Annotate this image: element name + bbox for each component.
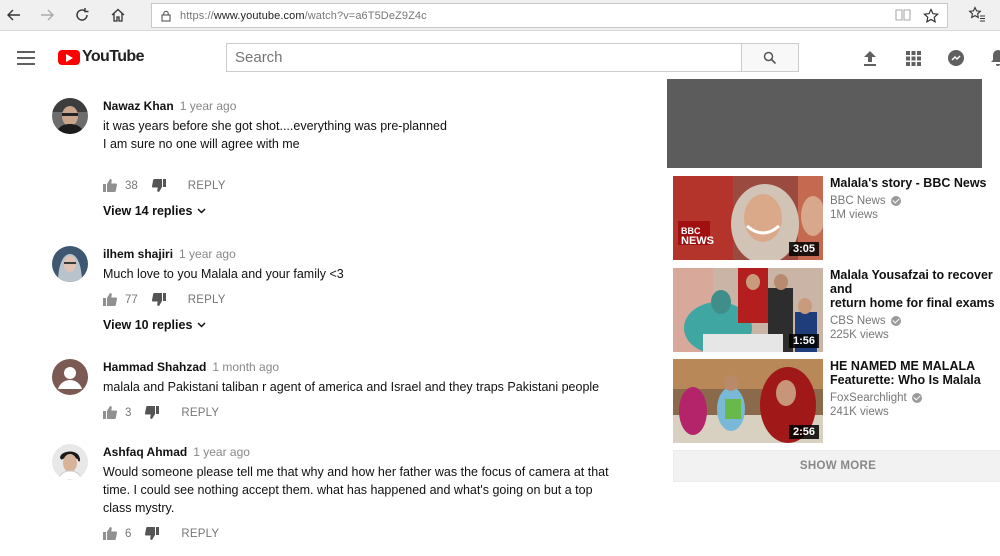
comment-actions: 77 REPLY [103, 293, 633, 306]
chevron-down-icon [197, 208, 206, 214]
video-duration: 1:56 [788, 334, 819, 348]
search-box[interactable] [226, 43, 742, 72]
forward-arrow-icon [41, 9, 54, 21]
avatar[interactable] [52, 444, 88, 480]
upload-icon[interactable] [860, 48, 880, 68]
apps-grid-icon[interactable] [903, 48, 923, 68]
video-duration: 3:05 [788, 242, 819, 256]
thumbs-up-icon [103, 179, 117, 192]
thumbs-up-icon [103, 527, 117, 540]
youtube-header: YouTube [0, 31, 1000, 83]
dislike-button[interactable] [151, 179, 166, 192]
view-replies-button[interactable]: View 10 replies [103, 318, 633, 332]
reading-view-icon[interactable] [895, 8, 911, 27]
like-count: 38 [125, 179, 138, 192]
like-count: 77 [125, 293, 138, 306]
url-text: https://www.youtube.com/watch?v=a6T5DeZ9… [180, 9, 427, 22]
related-video[interactable]: 1:56 Malala Yousafzai to recover and retu… [673, 268, 1000, 352]
video-thumbnail[interactable]: 2:56 [673, 359, 823, 443]
favorite-star-icon[interactable] [923, 8, 939, 29]
back-arrow-icon [7, 9, 20, 21]
reply-button[interactable]: REPLY [188, 294, 226, 306]
search-icon [763, 51, 777, 64]
like-button[interactable] [103, 406, 117, 419]
refresh-icon [76, 8, 89, 21]
channel-name[interactable]: BBC News [830, 195, 1000, 207]
comment-text: Would someone please tell me that why an… [103, 465, 609, 515]
view-count: 241K views [830, 406, 889, 418]
comment-text: malala and Pakistani taliban r agent of … [103, 380, 600, 394]
avatar[interactable] [52, 98, 88, 134]
reply-button[interactable]: REPLY [181, 407, 219, 419]
video-duration: 2:56 [788, 425, 819, 439]
thumbs-down-icon [145, 527, 160, 540]
home-button[interactable] [106, 4, 130, 26]
chevron-down-icon [197, 322, 206, 328]
comment-time[interactable]: 1 month ago [212, 360, 279, 374]
menu-icon[interactable] [17, 51, 35, 69]
video-thumbnail[interactable]: BBC NEWS 3:05 [673, 176, 823, 260]
lock-icon [152, 10, 180, 22]
comment-text: it was years before she got shot....ever… [103, 119, 447, 151]
video-title[interactable]: HE NAMED ME MALALA Featurette: Who Is Mal… [830, 359, 1000, 387]
comment-text: Much love to you Malala and your family … [103, 267, 344, 281]
comment-actions: 38 REPLY [103, 179, 633, 192]
search-input[interactable] [227, 44, 742, 71]
view-replies-button[interactable]: View 14 replies [103, 204, 633, 218]
refresh-button[interactable] [70, 4, 94, 26]
ad-placeholder [667, 79, 982, 168]
dislike-button[interactable] [151, 293, 166, 306]
back-button[interactable] [2, 4, 26, 26]
thumbs-down-icon [151, 179, 166, 192]
channel-name[interactable]: FoxSearchlight [830, 392, 1000, 404]
comment-time[interactable]: 1 year ago [180, 99, 237, 113]
view-count: 1M views [830, 209, 878, 221]
show-more-button[interactable]: SHOW MORE [673, 450, 1000, 482]
related-video[interactable]: BBC NEWS 3:05 Malala's story - BBC News B… [673, 176, 1000, 260]
comment-author[interactable]: Nawaz Khan [103, 99, 174, 113]
thumbs-down-icon [145, 406, 160, 419]
youtube-play-icon [58, 49, 80, 65]
comment-actions: 6 REPLY [103, 527, 633, 540]
messages-icon[interactable] [946, 48, 966, 68]
like-button[interactable] [103, 293, 117, 306]
youtube-logo[interactable]: YouTube [58, 48, 144, 66]
verified-icon [890, 316, 901, 326]
bbc-news-badge: BBC NEWS [681, 226, 714, 247]
verified-icon [911, 393, 922, 403]
related-video[interactable]: 2:56 HE NAMED ME MALALA Featurette: Who I… [673, 359, 1000, 443]
video-title[interactable]: Malala's story - BBC News [830, 176, 1000, 190]
avatar[interactable] [52, 359, 88, 395]
forward-button[interactable] [35, 4, 59, 26]
comment-actions: 3 REPLY [103, 406, 633, 419]
favorites-hub-icon[interactable] [968, 6, 986, 27]
thumbs-down-icon [151, 293, 166, 306]
view-count: 225K views [830, 329, 889, 341]
comment-author[interactable]: ilhem shajiri [103, 247, 173, 261]
like-button[interactable] [103, 527, 117, 540]
home-icon [111, 8, 125, 22]
browser-toolbar: https://www.youtube.com/watch?v=a6T5DeZ9… [0, 0, 1000, 31]
comment-time[interactable]: 1 year ago [193, 445, 250, 459]
thumbs-up-icon [103, 293, 117, 306]
notifications-bell-icon[interactable] [988, 48, 1000, 68]
comment-author[interactable]: Hammad Shahzad [103, 360, 206, 374]
channel-name[interactable]: CBS News [830, 315, 1000, 327]
address-bar[interactable]: https://www.youtube.com/watch?v=a6T5DeZ9… [151, 3, 948, 28]
search-button[interactable] [741, 43, 799, 72]
comment-author[interactable]: Ashfaq Ahmad [103, 445, 187, 459]
verified-icon [890, 196, 901, 206]
like-button[interactable] [103, 179, 117, 192]
like-count: 6 [125, 527, 132, 540]
comment-time[interactable]: 1 year ago [179, 247, 236, 261]
dislike-button[interactable] [145, 406, 160, 419]
reply-button[interactable]: REPLY [181, 528, 219, 540]
video-thumbnail[interactable]: 1:56 [673, 268, 823, 352]
like-count: 3 [125, 406, 132, 419]
reply-button[interactable]: REPLY [188, 180, 226, 192]
video-title[interactable]: Malala Yousafzai to recover and return ho… [830, 268, 1000, 310]
avatar[interactable] [52, 246, 88, 282]
thumbs-up-icon [103, 406, 117, 419]
dislike-button[interactable] [145, 527, 160, 540]
